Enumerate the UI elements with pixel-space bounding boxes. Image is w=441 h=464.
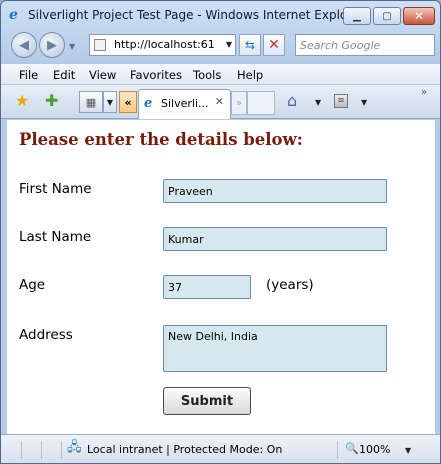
double-chevron-left-icon: « [124,95,132,109]
status-divider [41,441,42,459]
last-name-input[interactable] [163,227,387,251]
page-content: Please enter the details below: First Na… [7,120,435,434]
ie-tab-icon: e [144,96,153,111]
last-name-label: Last Name [19,229,92,245]
search-box[interactable] [295,34,435,56]
ie-logo-icon: e [9,7,18,23]
feeds-dropdown-icon[interactable]: ▼ [361,98,367,107]
tab-bar: ★ ✚ ▦ ▼ « e Silverli... ✕ » ⌂ ▼ ≋ ▼ » [1,85,440,119]
forward-button[interactable]: ▶ [39,32,65,58]
new-tab-button[interactable] [247,91,275,115]
network-zone-icon: 🖧 [67,440,82,455]
address-input[interactable]: New Delhi, India [163,325,387,372]
stop-icon: ✕ [268,37,280,53]
menu-file[interactable]: File [19,68,38,82]
forward-arrow-icon: ▶ [47,37,57,53]
page-icon [94,39,106,51]
tab-scroll-right-button[interactable]: » [231,91,247,115]
menu-edit[interactable]: Edit [53,68,75,82]
security-zone-text[interactable]: Local intranet | Protected Mode: On [87,443,282,456]
zoom-level[interactable]: 100% [359,443,390,456]
address-bar[interactable]: http://localhost:619 ▼ [89,34,236,56]
minimize-icon: ▁ [353,10,361,22]
first-name-input[interactable] [163,179,387,203]
maximize-icon: ▢ [382,10,392,22]
feeds-icon[interactable]: ≋ [334,94,348,108]
tab-label: Silverli... [161,97,209,110]
back-arrow-icon: ◀ [19,37,29,53]
title-bar: e Silverlight Project Test Page - Window… [1,1,440,29]
stop-button[interactable]: ✕ [263,34,285,56]
minimize-button[interactable]: ▁ [343,7,371,25]
double-chevron-right-icon: » [235,97,243,109]
zoom-icon[interactable]: 🔍 [345,442,359,455]
menu-bar: File Edit View Favorites Tools Help [1,63,440,85]
browser-window: e Silverlight Project Test Page - Window… [0,0,441,464]
address-url[interactable]: http://localhost:619 [114,38,214,51]
address-dropdown-icon[interactable]: ▼ [226,40,232,49]
zoom-dropdown-icon[interactable]: ▼ [405,446,411,455]
status-divider [21,441,22,459]
status-bar: 🖧 Local intranet | Protected Mode: On 🔍 … [1,434,440,463]
home-dropdown-icon[interactable]: ▼ [315,98,321,107]
favorites-star-icon[interactable]: ★ [15,93,29,109]
toolbar-overflow-icon[interactable]: » [421,87,427,98]
refresh-button[interactable]: ⇆ [239,34,261,56]
menu-view[interactable]: View [89,68,116,82]
age-input[interactable] [163,275,251,299]
search-input[interactable] [296,35,434,55]
tab-scroll-left-button[interactable]: « [119,91,137,113]
tab-close-icon[interactable]: ✕ [215,95,224,108]
window-title: Silverlight Project Test Page - Windows … [28,8,365,22]
address-label: Address [19,327,73,343]
history-dropdown-icon[interactable]: ▼ [69,42,75,51]
status-divider [337,441,338,459]
refresh-icon: ⇆ [244,38,256,52]
submit-button[interactable]: Submit [163,387,251,415]
age-label: Age [19,277,46,293]
menu-favorites[interactable]: Favorites [130,68,182,82]
quick-tabs-button[interactable]: ▦ [79,91,103,113]
quick-tabs-icon: ▦ [85,95,97,109]
maximize-button[interactable]: ▢ [373,7,401,25]
home-icon[interactable]: ⌂ [287,93,297,109]
tab-silverlight[interactable]: e Silverli... ✕ [138,89,231,119]
close-window-button[interactable]: ✕ [403,7,435,25]
tab-list-dropdown[interactable]: ▼ [103,91,117,113]
chevron-down-icon: ▼ [106,97,114,107]
add-favorites-icon[interactable]: ✚ [45,93,58,109]
menu-help[interactable]: Help [237,68,263,82]
status-divider [61,441,62,459]
navigation-bar: ◀ ▶ ▼ http://localhost:619 ▼ ⇆ ✕ [1,29,440,63]
menu-tools[interactable]: Tools [193,68,221,82]
back-button[interactable]: ◀ [11,32,37,58]
form-heading: Please enter the details below: [19,130,303,149]
age-units-label: (years) [266,277,314,293]
first-name-label: First Name [19,181,92,197]
close-icon: ✕ [413,9,425,23]
